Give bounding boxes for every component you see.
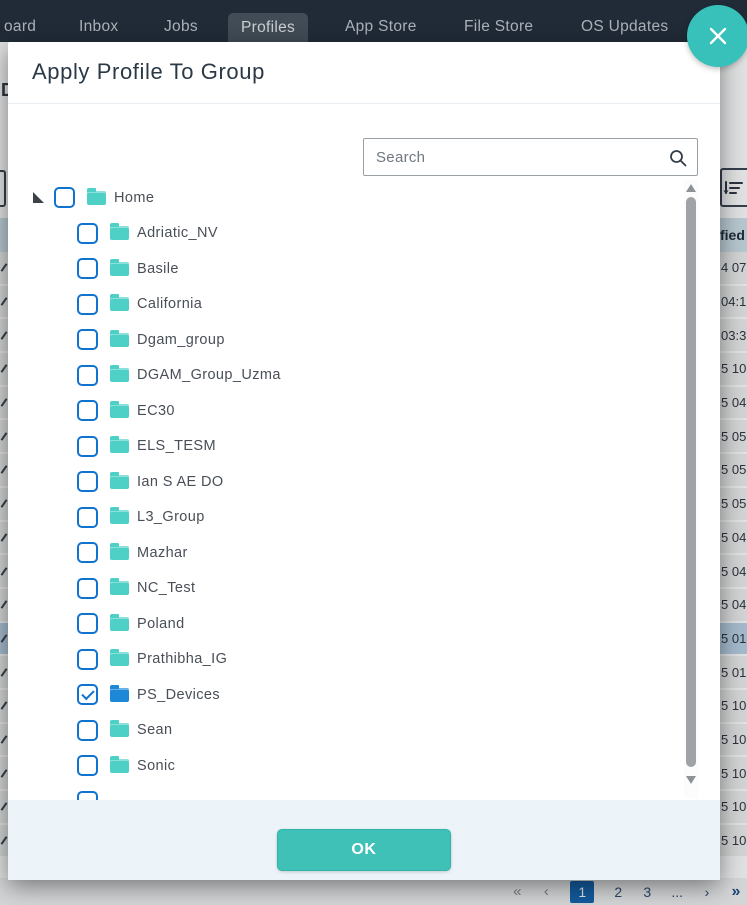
tree-item-label: Home [114,190,154,206]
tree-checkbox[interactable] [77,400,98,421]
tree-item-label: ELS_TESM [137,438,216,454]
ok-button[interactable]: OK [277,829,451,871]
tree-checkbox[interactable] [77,578,98,599]
close-icon [705,23,731,49]
tree-item[interactable]: EC30 [8,393,684,429]
folder-icon [110,439,129,453]
folder-icon [110,368,129,382]
folder-icon [110,581,129,595]
tree-checkbox[interactable] [77,258,98,279]
tree-item-label: Ian S AE DO [137,474,224,490]
tree-item-label: DGAM_Group_Uzma [137,367,281,383]
tree-checkbox[interactable] [77,684,98,705]
folder-icon [110,688,129,702]
folder-icon [110,475,129,489]
tree-scrollbar [684,180,698,798]
tree-checkbox[interactable] [77,223,98,244]
folder-icon [110,546,129,560]
folder-icon [110,759,129,773]
tree-item[interactable]: Prathibha_IG [8,642,684,678]
tree-item[interactable]: Basile [8,251,684,287]
search-icon[interactable] [668,148,688,168]
tree-item[interactable]: Dgam_group [8,322,684,358]
tree-item-label: Sean [137,722,172,738]
folder-icon [110,617,129,631]
tree-item-label: Prathibha_IG [137,651,227,667]
tree-checkbox[interactable] [77,791,98,800]
tree-checkbox[interactable] [77,649,98,670]
tree-checkbox[interactable] [77,329,98,350]
folder-icon [110,262,129,276]
tree-item-label: Basile [137,261,179,277]
tree-checkbox[interactable] [77,365,98,386]
tree-item[interactable]: L3_Group [8,500,684,536]
tree-checkbox[interactable] [77,507,98,528]
modal-footer: OK [8,800,720,880]
tree-item[interactable]: DGAM_Group_Uzma [8,358,684,394]
tree-item-label: Poland [137,616,185,632]
folder-icon [110,226,129,240]
tree-item[interactable]: Mazhar [8,535,684,571]
folder-icon [110,652,129,666]
tree-item-home[interactable]: Home [8,180,684,216]
folder-icon [110,723,129,737]
tree-item[interactable]: Sonic [8,748,684,784]
tree-item-label: EC30 [137,403,175,419]
folder-icon [110,510,129,524]
folder-icon [87,191,106,205]
scroll-up-icon[interactable] [686,184,696,192]
folder-icon [110,404,129,418]
screen: oardInboxJobsProfilesApp StoreFile Store… [0,0,747,905]
search-input[interactable] [364,139,697,175]
search-box [363,138,698,176]
tree-item[interactable]: Sean [8,713,684,749]
tree-item[interactable]: Poland [8,606,684,642]
tree-checkbox[interactable] [77,542,98,563]
tree-item[interactable]: NC_Test [8,571,684,607]
collapse-caret-icon[interactable] [33,192,44,203]
folder-icon [110,333,129,347]
tree-checkbox[interactable] [77,471,98,492]
tree-checkbox[interactable] [77,755,98,776]
tree-item[interactable]: PS_Devices [8,677,684,713]
tree-item[interactable]: California [8,287,684,323]
tree-checkbox[interactable] [77,720,98,741]
divider [8,103,720,104]
tree-item-label: California [137,296,202,312]
tree-item[interactable]: ELS_TESM [8,429,684,465]
tree-item-label: PS_Devices [137,687,220,703]
tree-checkbox[interactable] [77,613,98,634]
tree-checkbox[interactable] [54,187,75,208]
tree-item-label: Sonic [137,758,175,774]
tree-item[interactable]: Adriatic_NV [8,216,684,252]
tree-item[interactable]: Ian S AE DO [8,464,684,500]
tree-checkbox[interactable] [77,436,98,457]
tree-checkbox[interactable] [77,294,98,315]
apply-profile-modal: Apply Profile To Group Home Adriati [8,42,720,880]
tree-item-label: NC_Test [137,580,195,596]
tree-item-partial[interactable] [8,784,684,801]
close-button[interactable] [687,5,747,67]
tree-item-label: Mazhar [137,545,188,561]
modal-title: Apply Profile To Group [32,59,265,85]
scrollbar-thumb[interactable] [686,197,696,767]
tree-item-label: Adriatic_NV [137,225,218,241]
group-tree: Home Adriatic_NV Basile California [8,180,684,800]
folder-icon [110,297,129,311]
tree-item-label: L3_Group [137,509,205,525]
tree-item-label: Dgam_group [137,332,225,348]
scroll-down-icon[interactable] [686,776,696,784]
